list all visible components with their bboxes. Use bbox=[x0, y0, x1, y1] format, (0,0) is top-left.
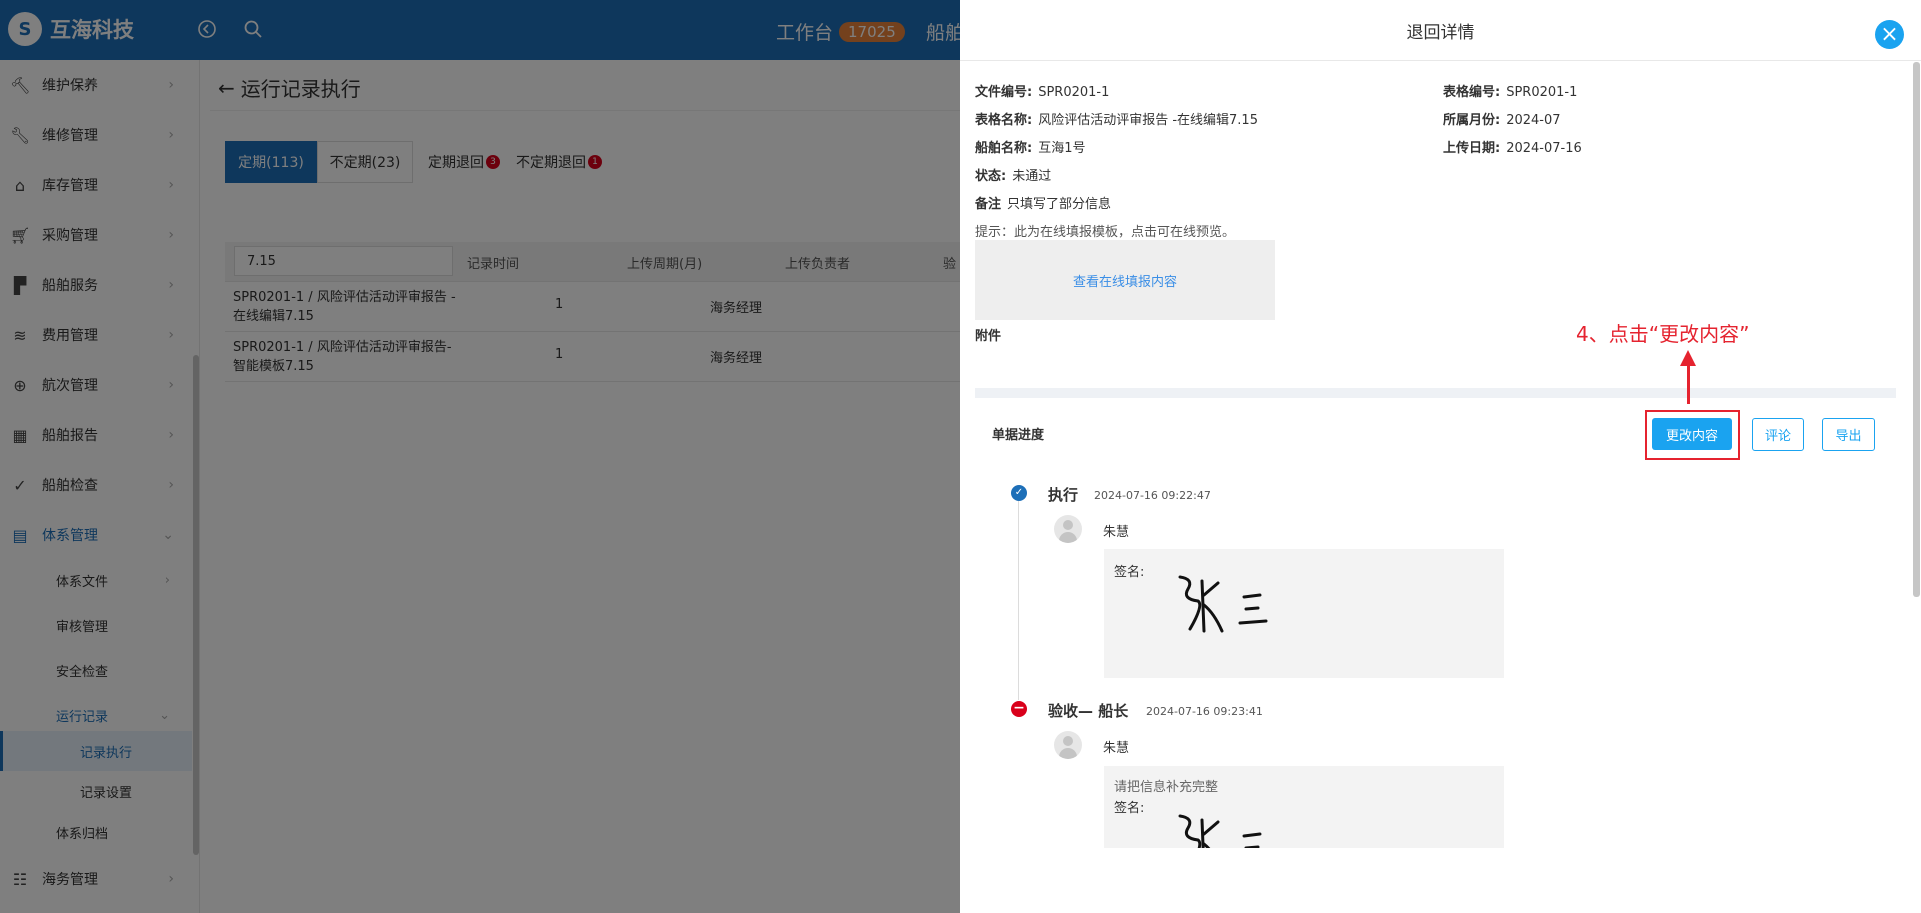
signature-label: 签名: bbox=[1114, 565, 1145, 580]
field-label: 船舶名称: bbox=[975, 141, 1033, 156]
field-value: 风险评估活动评审报告 -在线编辑7.15 bbox=[1038, 113, 1258, 128]
divider bbox=[960, 60, 1921, 61]
minus-circle-icon: − bbox=[1011, 701, 1027, 717]
timeline-line bbox=[1018, 500, 1019, 700]
comment-button[interactable]: 评论 bbox=[1752, 418, 1804, 451]
progress-title: 单据进度 bbox=[992, 428, 1045, 443]
drawer-footer-space bbox=[960, 848, 1921, 913]
field-value: 2024-07-16 bbox=[1506, 141, 1582, 156]
view-online-link[interactable]: 查看在线填报内容 bbox=[1073, 271, 1177, 290]
field-label: 所属月份: bbox=[1443, 113, 1501, 128]
avatar bbox=[1054, 731, 1082, 759]
button-label: 导出 bbox=[1835, 429, 1862, 444]
change-content-button[interactable]: 更改内容 bbox=[1652, 418, 1732, 450]
modal-backdrop[interactable] bbox=[0, 0, 960, 913]
field-label: 文件编号: bbox=[975, 85, 1033, 100]
field-file-no: 文件编号: SPR0201-1 bbox=[975, 81, 1109, 100]
signature-image bbox=[1178, 814, 1262, 848]
field-label: 表格编号: bbox=[1443, 85, 1501, 100]
online-hint: 提示：此为在线填报模板，点击可在线预览。 bbox=[975, 225, 1236, 240]
annotation-arrow bbox=[1687, 362, 1690, 404]
button-label: 评论 bbox=[1764, 429, 1791, 444]
field-value: 只填写了部分信息 bbox=[1007, 197, 1112, 212]
field-label: 备注 bbox=[975, 197, 1002, 212]
field-form-no: 表格编号: SPR0201-1 bbox=[1443, 81, 1577, 100]
field-status: 状态: 未通过 bbox=[975, 165, 1051, 184]
close-icon[interactable]: × bbox=[1875, 20, 1904, 49]
attachment-label: 附件 bbox=[975, 329, 1002, 344]
timeline-person: 朱慧 bbox=[1103, 525, 1130, 540]
tutorial-annotation: 4、点击“更改内容” bbox=[1576, 322, 1750, 346]
export-button[interactable]: 导出 bbox=[1822, 418, 1875, 451]
field-month: 所属月份: 2024-07 bbox=[1443, 109, 1561, 128]
avatar bbox=[1054, 515, 1082, 543]
signature-box: 请把信息补充完整 签名: bbox=[1104, 766, 1504, 848]
field-form-name: 表格名称: 风险评估活动评审报告 -在线编辑7.15 bbox=[975, 109, 1258, 128]
button-label: 更改内容 bbox=[1665, 428, 1718, 444]
signature-label: 签名: bbox=[1114, 801, 1145, 816]
field-value: 未通过 bbox=[1012, 169, 1052, 184]
drawer-scrollbar[interactable] bbox=[1913, 62, 1920, 597]
signature-image bbox=[1178, 575, 1268, 633]
timeline-step-time: 2024-07-16 09:23:41 bbox=[1146, 705, 1263, 718]
timeline-step-name: 执行 bbox=[1048, 486, 1079, 504]
field-value: 互海1号 bbox=[1038, 141, 1086, 156]
field-value: 2024-07 bbox=[1506, 113, 1561, 128]
field-label: 上传日期: bbox=[1443, 141, 1501, 156]
field-upload-date: 上传日期: 2024-07-16 bbox=[1443, 137, 1582, 156]
review-comment: 请把信息补充完整 bbox=[1114, 780, 1219, 795]
check-circle-icon: ✓ bbox=[1011, 485, 1027, 501]
field-remark: 备注 只填写了部分信息 bbox=[975, 193, 1111, 212]
view-online-content-button[interactable]: 查看在线填报内容 bbox=[975, 240, 1275, 320]
field-value: SPR0201-1 bbox=[1506, 85, 1578, 100]
field-label: 状态: bbox=[975, 169, 1007, 184]
field-label: 表格名称: bbox=[975, 113, 1033, 128]
timeline-step-time: 2024-07-16 09:22:47 bbox=[1094, 489, 1211, 502]
return-detail-drawer: 退回详情 × 文件编号: SPR0201-1 表格编号: SPR0201-1 表格名… bbox=[960, 0, 1921, 913]
signature-box: 签名: bbox=[1104, 549, 1504, 678]
timeline-person: 朱慧 bbox=[1103, 741, 1130, 756]
section-divider bbox=[975, 388, 1896, 398]
field-ship-name: 船舶名称: 互海1号 bbox=[975, 137, 1085, 156]
field-value: SPR0201-1 bbox=[1038, 85, 1110, 100]
timeline-step-name: 验收— 船长 bbox=[1048, 702, 1129, 720]
drawer-title: 退回详情 bbox=[1406, 23, 1475, 43]
